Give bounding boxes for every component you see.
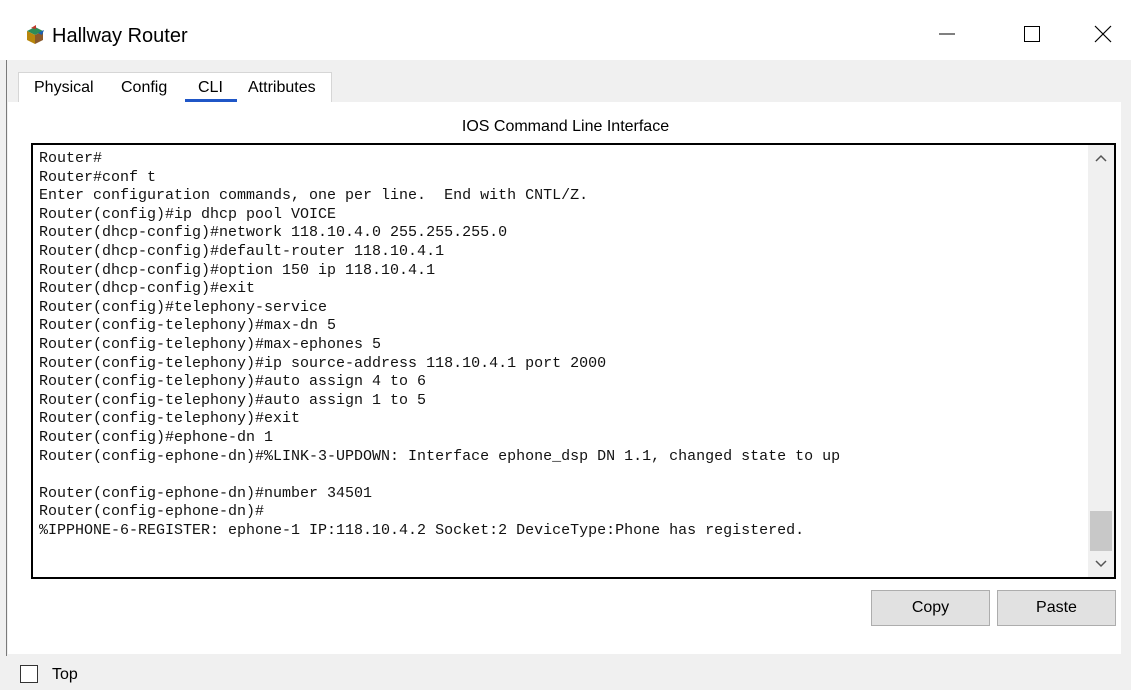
cli-line: Router(config-telephony)#auto assign 1 t… [39,391,427,409]
cli-line: Router(config-ephone-dn)#%LINK-3-UPDOWN:… [39,447,841,465]
cli-output[interactable]: Router# Router#conf t Enter configuration … [39,150,1087,540]
cli-line: Router# [39,150,103,167]
cli-line: Router(config-ephone-dn)# [39,503,265,521]
cli-line: Router(config)#ephone-dn 1 [39,428,274,446]
terminal-scrollbar[interactable] [1088,145,1114,577]
minimize-button[interactable] [920,12,974,56]
cli-heading: IOS Command Line Interface [461,118,670,135]
cli-line: Router(config-telephony)#max-ephones 5 [39,335,382,353]
cli-line: Router#conf t [39,168,157,186]
copy-button[interactable]: Copy [871,590,990,626]
bottom-bar [0,656,1131,690]
cli-line: Router(config-telephony)#auto assign 4 t… [39,373,427,391]
cli-terminal[interactable]: Router# Router#conf t Enter configuration … [31,143,1116,579]
minimize-icon [939,33,955,35]
cli-line: %IPPHONE-6-REGISTER: ephone-1 IP:118.10.… [39,521,805,539]
scroll-down-button[interactable] [1088,551,1114,577]
tab-physical[interactable]: Physical [34,78,94,98]
router-icon [27,25,44,44]
cli-line: Router(dhcp-config)#default-router 118.1… [39,242,445,260]
chevron-down-icon [1095,560,1107,568]
top-checkbox[interactable] [20,665,38,683]
close-button[interactable] [1076,12,1130,56]
tab-config[interactable]: Config [121,78,167,98]
window-title: Hallway Router [52,25,188,47]
top-checkbox-label: Top [52,666,78,683]
cli-line: Router(dhcp-config)#network 118.10.4.0 2… [39,224,508,242]
cli-line: Router(dhcp-config)#option 150 ip 118.10… [39,261,436,279]
cli-line: Router(config-telephony)#ip source-addre… [39,354,607,372]
maximize-button[interactable] [1005,12,1059,56]
cli-line: Router(config-telephony)#exit [39,410,301,428]
close-icon [1094,25,1112,43]
tab-attributes[interactable]: Attributes [248,78,316,98]
paste-button[interactable]: Paste [997,590,1116,626]
tab-cli[interactable]: CLI [198,78,223,98]
cli-line: Router(dhcp-config)#exit [39,280,256,298]
title-bar: Hallway Router [0,0,1131,60]
cli-line: Enter configuration commands, one per li… [39,187,589,205]
scroll-thumb[interactable] [1090,511,1112,551]
cli-line: Router(config)#ip dhcp pool VOICE [39,205,337,223]
cli-line: Router(config-telephony)#max-dn 5 [39,317,337,335]
chevron-up-icon [1095,154,1107,162]
frame-divider [6,60,7,660]
cli-line: Router(config-ephone-dn)#number 34501 [39,484,373,502]
cli-line [39,466,1087,485]
maximize-icon [1024,26,1040,42]
cli-line: Router(config)#telephony-service [39,298,328,316]
scroll-up-button[interactable] [1088,145,1114,171]
